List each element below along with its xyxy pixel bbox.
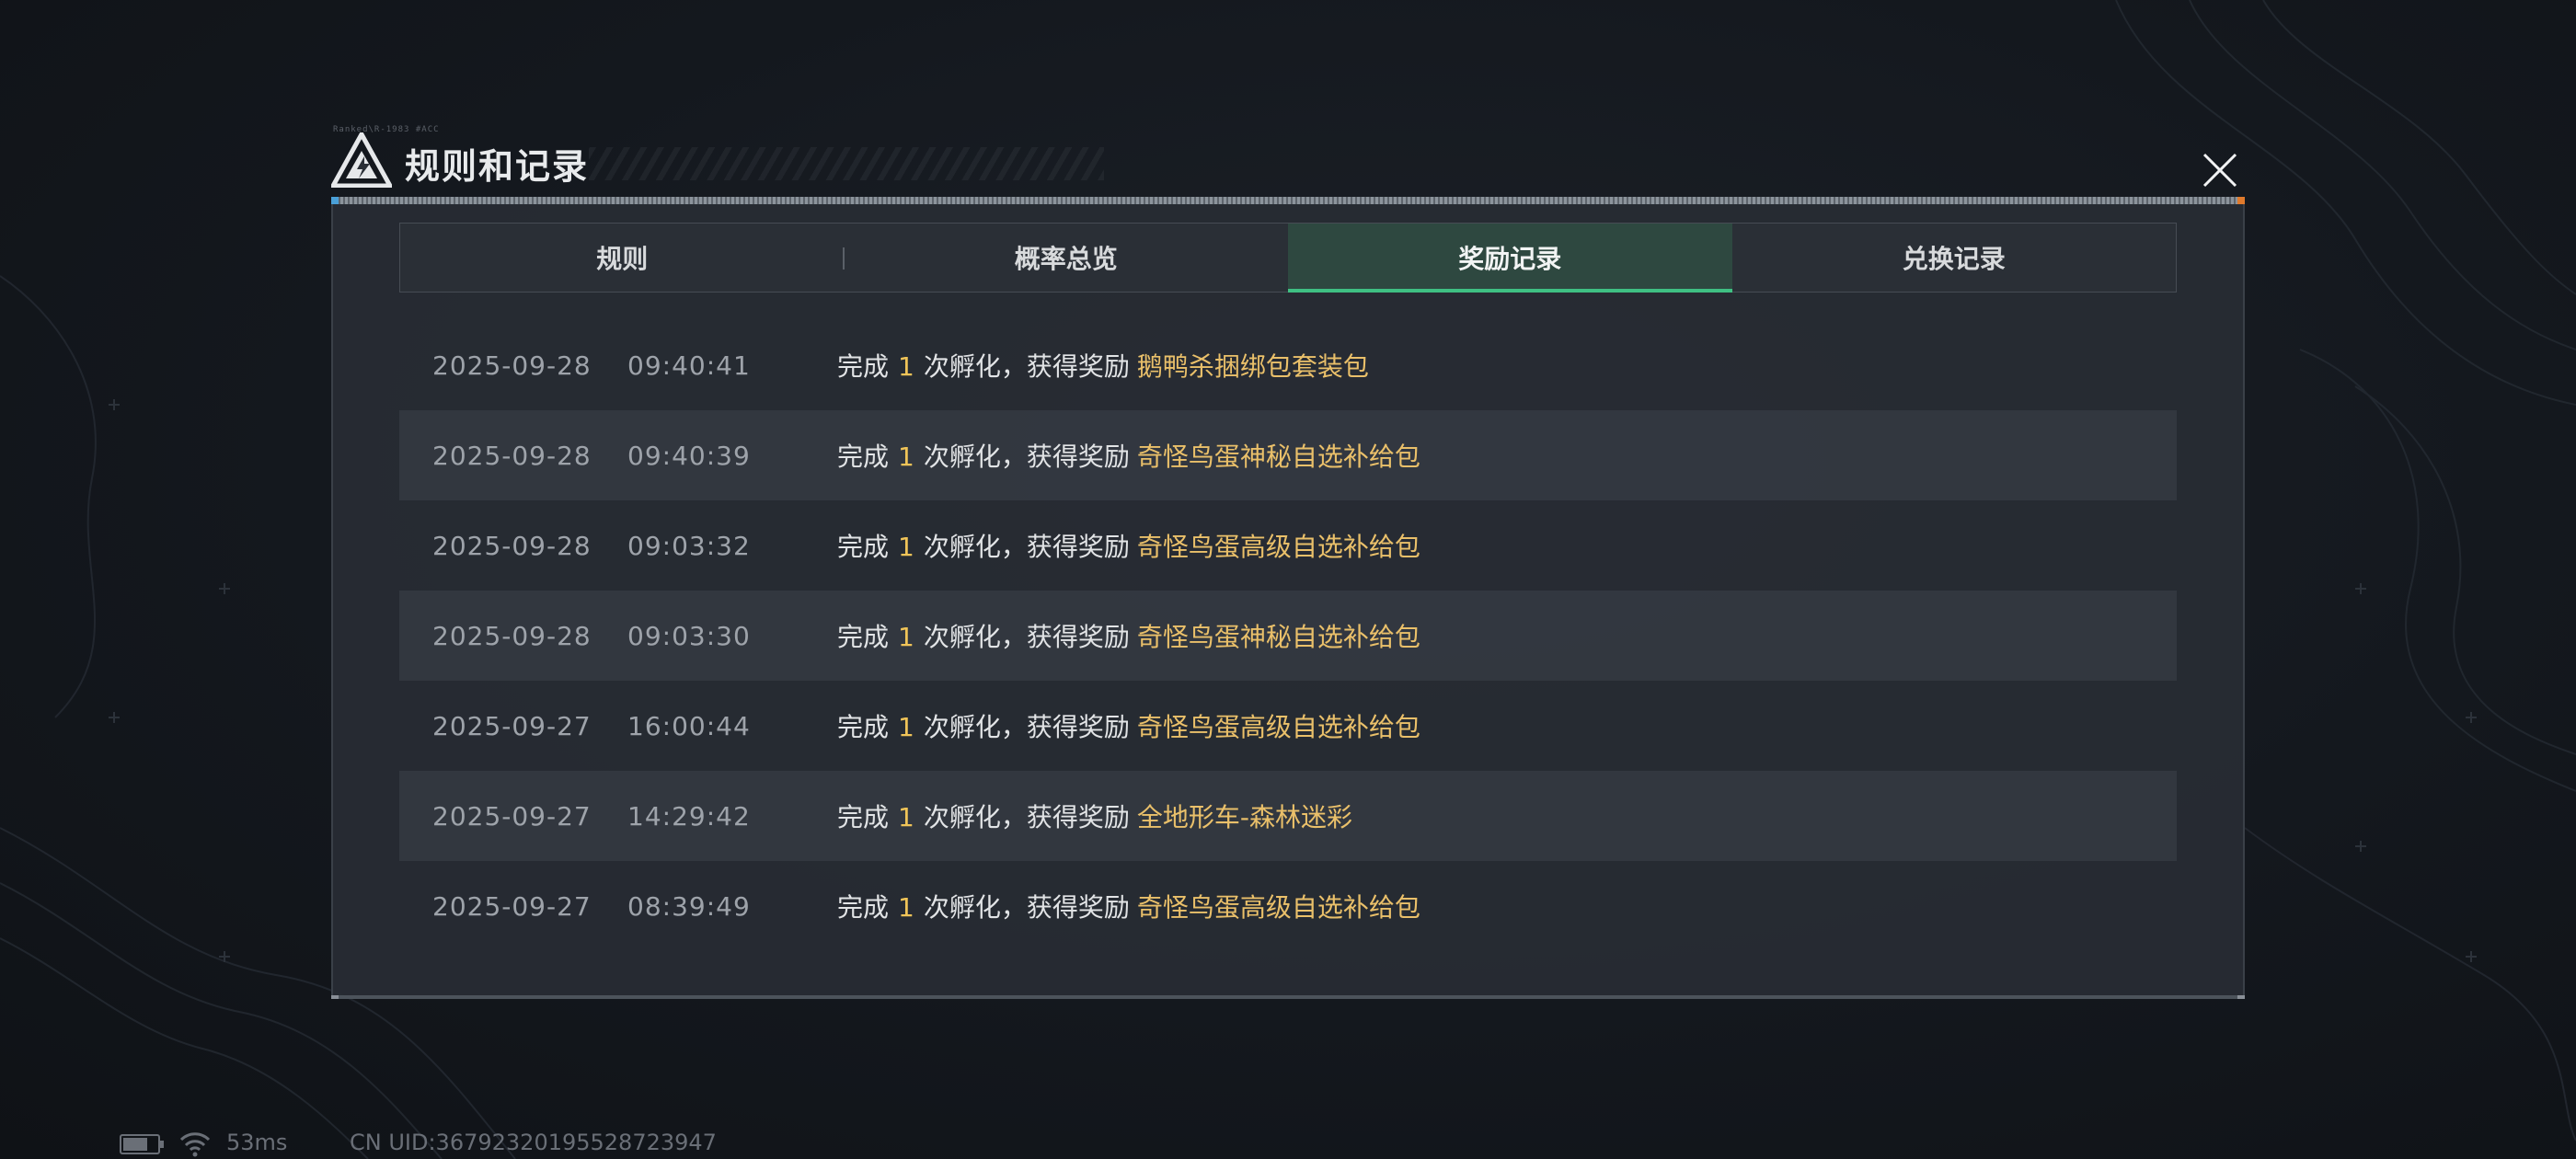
record-description: 完成 1 次孵化，获得奖励 奇怪鸟蛋神秘自选补给包 [837, 617, 1420, 654]
record-suffix: 次孵化，获得奖励 [923, 532, 1130, 562]
record-suffix: 次孵化，获得奖励 [923, 892, 1130, 923]
record-prefix: 完成 [837, 892, 890, 923]
tab-exchange-records[interactable]: 兑换记录 [1732, 224, 2177, 292]
record-count: 1 [898, 532, 914, 562]
record-description: 完成 1 次孵化，获得奖励 奇怪鸟蛋神秘自选补给包 [837, 437, 1420, 474]
tab-label: 奖励记录 [1458, 244, 1562, 274]
dialog-title: 规则和记录 [405, 146, 590, 187]
tab-bar: 规则 概率总览 奖励记录 兑换记录 [399, 223, 2177, 293]
list-item: 2025-09-28 09:40:39 完成 1 次孵化，获得奖励 奇怪鸟蛋神秘自选补… [399, 410, 2177, 500]
record-suffix: 次孵化，获得奖励 [923, 712, 1130, 742]
record-prefix: 完成 [837, 532, 890, 562]
tab-label: 规则 [596, 244, 649, 274]
tab-probability-overview[interactable]: 概率总览 [845, 224, 1289, 292]
record-time: 09:40:39 [627, 440, 751, 471]
record-count: 1 [898, 712, 914, 742]
record-date: 2025-09-28 [432, 530, 592, 561]
ping-text: 53ms [226, 1130, 288, 1155]
header-stripes-decoration [589, 147, 1104, 180]
list-item: 2025-09-28 09:03:30 完成 1 次孵化，获得奖励 奇怪鸟蛋神秘自选补… [399, 591, 2177, 681]
record-time: 14:29:42 [627, 800, 751, 832]
tab-label: 概率总览 [1014, 244, 1118, 274]
record-date: 2025-09-27 [432, 890, 592, 922]
record-description: 完成 1 次孵化，获得奖励 奇怪鸟蛋高级自选补给包 [837, 888, 1420, 924]
uid-text: CN UID:36792320195528723947 [350, 1130, 717, 1155]
record-date: 2025-09-27 [432, 710, 592, 741]
record-suffix: 次孵化，获得奖励 [923, 442, 1130, 472]
list-item: 2025-09-28 09:40:41 完成 1 次孵化，获得奖励 鹅鸭杀捆绑包套装包 [399, 320, 2177, 410]
record-date: 2025-09-27 [432, 800, 592, 832]
record-reward: 全地形车-森林迷彩 [1136, 802, 1352, 832]
record-reward: 奇怪鸟蛋神秘自选补给包 [1136, 442, 1420, 472]
record-time: 08:39:49 [627, 890, 751, 922]
record-reward: 奇怪鸟蛋高级自选补给包 [1136, 712, 1420, 742]
tab-reward-records[interactable]: 奖励记录 [1288, 224, 1732, 293]
record-prefix: 完成 [837, 442, 890, 472]
record-count: 1 [898, 622, 914, 652]
record-time: 09:03:32 [627, 530, 751, 561]
record-count: 1 [898, 802, 914, 832]
record-description: 完成 1 次孵化，获得奖励 鹅鸭杀捆绑包套装包 [837, 347, 1369, 384]
dialog-bottom-rule [331, 995, 2245, 999]
triangle-logo-icon [331, 132, 392, 188]
record-reward: 奇怪鸟蛋高级自选补给包 [1136, 892, 1420, 923]
tab-rules[interactable]: 规则 [400, 224, 845, 292]
wifi-icon [179, 1132, 211, 1157]
record-count: 1 [898, 442, 914, 472]
record-count: 1 [898, 351, 914, 382]
record-date: 2025-09-28 [432, 440, 592, 471]
record-count: 1 [898, 892, 914, 923]
dialog-top-rule [331, 197, 2245, 204]
list-item: 2025-09-28 09:03:32 完成 1 次孵化，获得奖励 奇怪鸟蛋高级自选补… [399, 500, 2177, 591]
record-reward: 鹅鸭杀捆绑包套装包 [1136, 351, 1369, 382]
record-description: 完成 1 次孵化，获得奖励 奇怪鸟蛋高级自选补给包 [837, 707, 1420, 744]
record-prefix: 完成 [837, 802, 890, 832]
record-reward: 奇怪鸟蛋神秘自选补给包 [1136, 622, 1420, 652]
record-suffix: 次孵化，获得奖励 [923, 802, 1130, 832]
record-prefix: 完成 [837, 622, 890, 652]
close-icon[interactable] [2199, 149, 2241, 191]
list-item: 2025-09-27 16:00:44 完成 1 次孵化，获得奖励 奇怪鸟蛋高级自选补… [399, 681, 2177, 771]
list-item: 2025-09-27 08:39:49 完成 1 次孵化，获得奖励 奇怪鸟蛋高级自选补… [399, 861, 2177, 951]
record-description: 完成 1 次孵化，获得奖励 奇怪鸟蛋高级自选补给包 [837, 527, 1420, 564]
record-time: 09:03:30 [627, 620, 751, 651]
record-description: 完成 1 次孵化，获得奖励 全地形车-森林迷彩 [837, 798, 1352, 834]
record-date: 2025-09-28 [432, 350, 592, 381]
battery-icon [120, 1134, 164, 1154]
list-item: 2025-09-27 14:29:42 完成 1 次孵化，获得奖励 全地形车-森林迷彩 [399, 771, 2177, 861]
record-time: 16:00:44 [627, 710, 751, 741]
record-suffix: 次孵化，获得奖励 [923, 351, 1130, 382]
dialog-header: Ranked\R-1983 #ACC 规则和记录 [331, 125, 2245, 199]
record-prefix: 完成 [837, 351, 890, 382]
record-date: 2025-09-28 [432, 620, 592, 651]
record-time: 09:40:41 [627, 350, 751, 381]
reward-record-list[interactable]: 2025-09-28 09:40:41 完成 1 次孵化，获得奖励 鹅鸭杀捆绑包套装包… [399, 320, 2177, 951]
record-suffix: 次孵化，获得奖励 [923, 622, 1130, 652]
tab-label: 兑换记录 [1902, 244, 2006, 274]
record-reward: 奇怪鸟蛋高级自选补给包 [1136, 532, 1420, 562]
record-prefix: 完成 [837, 712, 890, 742]
